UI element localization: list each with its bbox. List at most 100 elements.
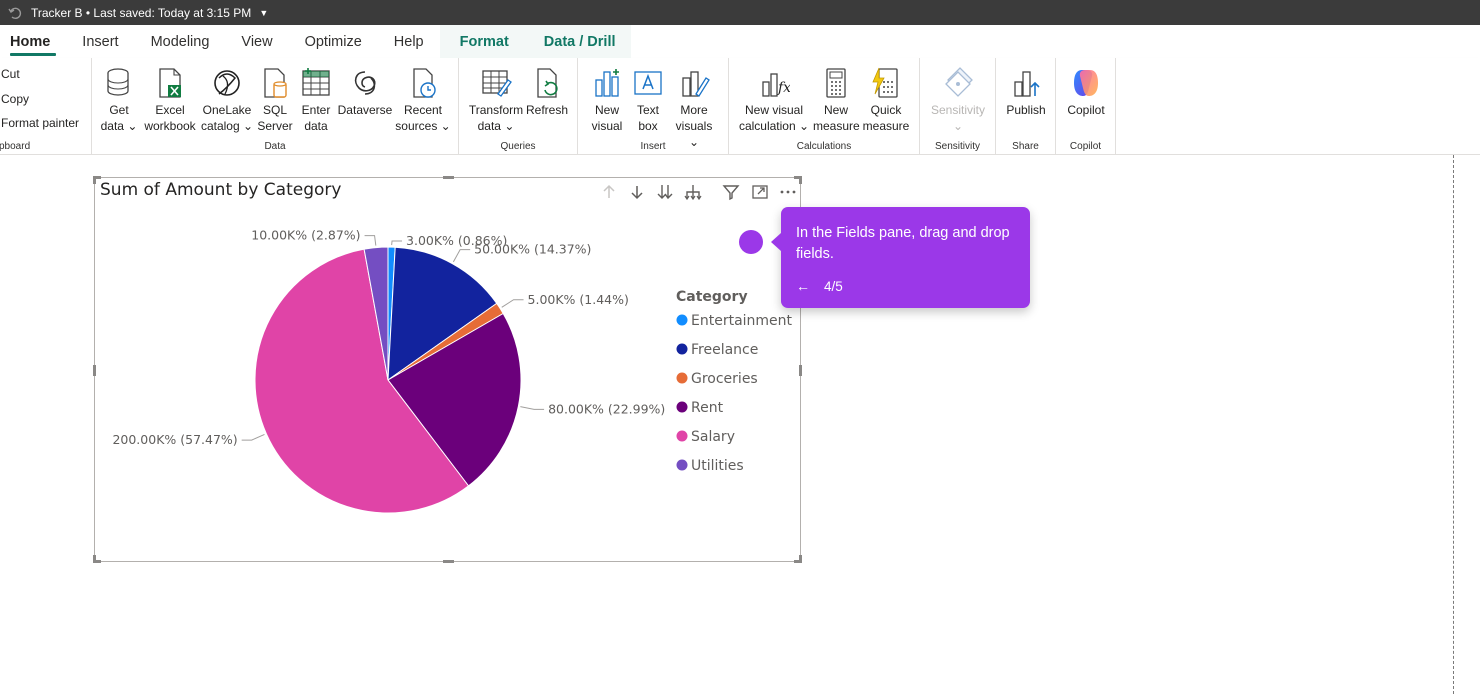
copilot-label: Copilot (1067, 103, 1105, 117)
legend-item-salary[interactable]: Salary (691, 429, 735, 445)
calculator-icon (826, 68, 846, 98)
excel-workbook-button[interactable]: Excel workbook (142, 66, 198, 134)
enter-data-button[interactable]: Enter data (296, 66, 336, 134)
chevron-down-icon[interactable]: ▼ (259, 8, 268, 18)
legend-item-rent[interactable]: Rent (691, 400, 724, 416)
transform-label-1: Transform (468, 103, 524, 117)
onelake-icon (214, 70, 240, 96)
cut-button[interactable]: Cut (1, 67, 20, 81)
legend-item-entertainment[interactable]: Entertainment (691, 313, 793, 329)
insert-group: New visual Text box More visuals ⌄ Inser… (578, 58, 729, 155)
publish-icon (1014, 71, 1040, 97)
text-box-button[interactable]: Text box (628, 66, 668, 134)
quick-measure-icon (872, 67, 898, 98)
onelake-catalog-button[interactable]: OneLake catalog ⌄ (199, 66, 255, 134)
visual-calc-label-2: calculation ⌄ (738, 119, 810, 133)
clipboard-group: Cut Copy Format painter pboard (0, 58, 92, 155)
new-measure-label-2: measure (813, 119, 860, 133)
leader-line (391, 240, 403, 246)
enter-data-label-2: data (304, 119, 328, 133)
transform-data-icon (482, 70, 512, 97)
onelake-label-1: OneLake (202, 103, 252, 117)
tab-optimize[interactable]: Optimize (289, 25, 378, 58)
queries-group: Transform data ⌄ Refresh Queries (459, 58, 578, 155)
leader-line (364, 235, 377, 246)
transform-data-button[interactable]: Transform data ⌄ (467, 66, 525, 134)
quick-measure-button[interactable]: Quick measure (861, 66, 911, 134)
group-label-data: Data (264, 141, 286, 152)
recent-label-2: sources ⌄ (395, 119, 451, 133)
tab-format[interactable]: Format (439, 25, 529, 58)
group-label-calculations: Calculations (796, 141, 852, 152)
recent-sources-button[interactable]: Recent sources ⌄ (395, 66, 451, 134)
enter-data-label-1: Enter (301, 103, 331, 117)
calculations-group: fx New visual calculation ⌄ New measure … (729, 58, 920, 155)
leader-line (520, 406, 545, 410)
new-visual-icon (595, 69, 619, 97)
group-label-insert: Insert (640, 141, 666, 152)
visual-calculation-icon: fx (762, 73, 790, 97)
group-label-clipboard: pboard (0, 141, 31, 152)
text-box-label-1: Text (636, 103, 659, 117)
dataverse-icon (354, 71, 376, 95)
hotspot-beacon[interactable] (739, 230, 763, 254)
more-visuals-label-1: More (680, 103, 708, 117)
sql-server-button[interactable]: SQL Server (255, 66, 295, 134)
back-arrow-icon[interactable]: ← (796, 276, 810, 297)
sensitivity-label-2: ⌄ (952, 119, 964, 133)
sensitivity-group: Sensitivity ⌄ Sensitivity (920, 58, 996, 155)
share-group: Publish Share (996, 58, 1056, 155)
recent-sources-icon (413, 68, 436, 98)
get-data-button[interactable]: Get data ⌄ (98, 66, 140, 134)
sensitivity-button[interactable]: Sensitivity ⌄ (926, 66, 990, 134)
new-visual-button[interactable]: New visual (586, 66, 628, 134)
ribbon: Cut Copy Format painter pboard Get data … (0, 58, 1480, 155)
undo-icon[interactable] (8, 6, 22, 20)
group-label-copilot: Copilot (1069, 141, 1102, 152)
tab-data-drill[interactable]: Data / Drill (528, 25, 631, 58)
more-visuals-icon (682, 71, 710, 97)
publish-button[interactable]: Publish (1002, 66, 1050, 118)
recent-label-1: Recent (403, 103, 443, 117)
copilot-button[interactable]: Copilot (1062, 66, 1110, 118)
data-group: Get data ⌄ Excel workbook OneLake catalo… (92, 58, 459, 155)
legend-item-utilities[interactable]: Utilities (691, 458, 744, 474)
tab-view[interactable]: View (225, 25, 288, 58)
excel-label-1: Excel (155, 103, 185, 117)
dataverse-label: Dataverse (337, 103, 393, 117)
title-bar: Tracker B • Last saved: Today at 3:15 PM… (0, 0, 1480, 25)
new-visual-calculation-button[interactable]: fx New visual calculation ⌄ (737, 66, 811, 134)
get-data-label-1: Get (109, 103, 129, 117)
excel-label-2: workbook (144, 119, 196, 133)
text-box-label-2: box (638, 119, 658, 133)
dataverse-button[interactable]: Dataverse (337, 66, 393, 118)
data-label: 10.00K% (2.87%) (251, 228, 360, 243)
copy-button[interactable]: Copy (1, 92, 29, 106)
new-measure-button[interactable]: New measure (813, 66, 860, 134)
tab-help[interactable]: Help (378, 25, 440, 58)
legend-marker (676, 401, 688, 413)
legend-item-freelance[interactable]: Freelance (691, 342, 758, 358)
copilot-group: Copilot Copilot (1056, 58, 1116, 155)
new-visual-label-2: visual (591, 119, 623, 133)
refresh-label: Refresh (525, 103, 569, 117)
tab-insert[interactable]: Insert (66, 25, 134, 58)
onelake-label-2: catalog ⌄ (200, 119, 254, 133)
svg-text:fx: fx (777, 80, 790, 96)
tab-home[interactable]: Home (0, 25, 66, 58)
pie-chart-visual[interactable]: Sum of Amount by Category 3.00K% (0.86%)… (93, 176, 802, 563)
tab-modeling[interactable]: Modeling (135, 25, 226, 58)
file-title: Tracker B • Last saved: Today at 3:15 PM (31, 5, 252, 20)
legend-item-groceries[interactable]: Groceries (691, 371, 758, 387)
format-painter-button[interactable]: Format painter (1, 116, 79, 130)
callout-step-counter: 4/5 (824, 279, 843, 294)
transform-label-2: data ⌄ (477, 119, 515, 133)
more-visuals-button[interactable]: More visuals ⌄ (670, 66, 718, 150)
ribbon-tabs: Home Insert Modeling View Optimize Help … (0, 25, 1480, 58)
data-label: 5.00K% (1.44%) (528, 292, 629, 307)
sensitivity-icon (945, 67, 973, 97)
get-data-label-2: data ⌄ (100, 119, 138, 133)
visual-calc-label-1: New visual (744, 103, 804, 117)
refresh-button[interactable]: Refresh (525, 66, 569, 118)
data-label: 200.00K% (57.47%) (112, 432, 237, 447)
